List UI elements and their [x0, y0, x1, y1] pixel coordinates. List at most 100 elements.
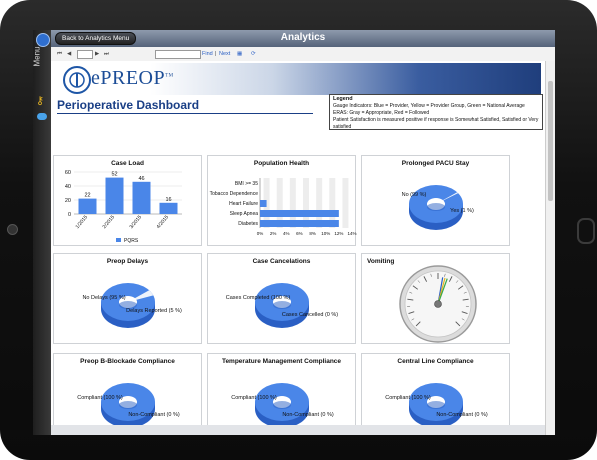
slice-label-major: Cases Completed (100 %): [226, 295, 291, 301]
category-label: Sleep Apnea: [230, 211, 259, 217]
preop-delays-donut: No Delays (95 %) Delays Reported (5 %): [82, 283, 182, 328]
y-tick-label: 20: [65, 198, 71, 204]
donut-hole-depth: [273, 301, 291, 309]
bar: [105, 177, 124, 214]
slice-label-minor: Cases Cancelled (0 %): [282, 312, 338, 318]
title-divider: [57, 113, 313, 114]
category-label: Heart Failure: [229, 201, 258, 207]
x-tick-label: 4/2015: [156, 214, 171, 230]
bar-value-label: 22: [84, 193, 90, 199]
legend-box: Legend Gauge Indicators: Blue = Provider…: [329, 94, 543, 130]
case-cancelations-donut: Cases Completed (100 %) Cases Cancelled (…: [226, 283, 338, 328]
legend-swatch: [116, 238, 121, 242]
brand-banner: ePREOPTM: [53, 63, 541, 95]
slice-label-minor: Delays Reported (5 %): [126, 308, 182, 314]
case-cancelations-panel[interactable]: Case Cancelations Cases Completed (100 %…: [207, 253, 356, 344]
side-menu-rail[interactable]: Menu ⚷: [33, 30, 51, 435]
bar: [260, 210, 339, 217]
category-label: Diabetes: [238, 221, 258, 227]
grid-band: [342, 178, 349, 228]
category-label: BMI >= 35: [235, 181, 258, 187]
y-tick-label: 40: [65, 184, 71, 190]
report-toolbar: ⏮ ◀ ▶ ⏭ Find | Next ▦ ⟳: [51, 47, 555, 62]
bar-value-label: 52: [111, 172, 117, 178]
find-separator: |: [215, 51, 217, 57]
bar: [132, 181, 151, 214]
last-page-icon[interactable]: ⏭: [104, 51, 109, 58]
case-load-panel[interactable]: Case Load 0 20 40 60 22 1/2015 52 2/2015 46 3/201…: [53, 155, 202, 246]
legend-line-1: Gauge Indicators: Blue = Provider, Yello…: [333, 103, 525, 109]
dashboard-title: Perioperative Dashboard: [57, 98, 200, 112]
x-tick-label: 0%: [257, 231, 264, 236]
legend-line-3: Patient Satisfaction is measured positiv…: [333, 117, 539, 130]
logo-mark-svg: [69, 72, 85, 88]
legend-line-2: ERAS: Gray = Appropriate, Red = Followed: [333, 110, 430, 116]
logo-text: ePREOPTM: [91, 67, 174, 90]
slice-label-minor: Non-Compliant (0 %): [436, 412, 488, 418]
gauge-hub: [434, 300, 442, 308]
donut-hole-depth: [427, 401, 445, 409]
case-load-chart: 0 20 40 60 22 1/2015 52 2/2015 46 3/2015 16 4/2015 P…: [65, 170, 182, 244]
find-input[interactable]: [155, 50, 201, 59]
prolonged-pacu-panel[interactable]: Prolonged PACU Stay No (99 %) Yes (1 %): [361, 155, 510, 246]
x-tick-label: 2/2015: [102, 214, 117, 230]
x-tick-label: 12%: [334, 231, 343, 236]
prev-page-icon[interactable]: ◀: [67, 51, 71, 57]
temp-management-donut: Compliant (100 %) Non-Compliant (0 %): [231, 383, 334, 428]
report-content: ePREOPTM Perioperative Dashboard Legend …: [51, 61, 545, 435]
slice-label-major: Compliant (100 %): [77, 395, 123, 401]
bar: [78, 198, 97, 214]
x-tick-label: 1/2015: [75, 214, 90, 230]
menu-label[interactable]: Menu: [33, 46, 42, 66]
first-page-icon[interactable]: ⏮: [57, 51, 62, 58]
bar-value-label: 16: [165, 197, 171, 203]
vomiting-panel[interactable]: Vomiting: [361, 253, 510, 344]
x-tick-label: 4%: [283, 231, 290, 236]
slice-label-minor: Non-Compliant (0 %): [282, 412, 334, 418]
x-tick-label: 14%: [347, 231, 356, 236]
y-tick-label: 0: [68, 212, 71, 218]
slice-label-minor: Yes (1 %): [450, 208, 474, 214]
donut-hole-depth: [273, 401, 291, 409]
app-icon[interactable]: [36, 33, 50, 47]
prolonged-pacu-donut: No (99 %) Yes (1 %): [402, 185, 474, 230]
slice-label-major: No Delays (95 %): [82, 295, 125, 301]
temp-management-panel[interactable]: Temperature Management Compliance Compli…: [207, 353, 356, 435]
x-tick-label: 3/2015: [129, 214, 144, 230]
refresh-icon[interactable]: ⟳: [251, 51, 256, 57]
chat-icon[interactable]: [37, 113, 47, 120]
page-number-input[interactable]: [77, 50, 93, 59]
x-tick-label: 2%: [270, 231, 277, 236]
bar: [260, 200, 267, 207]
scrollbar-thumb[interactable]: [548, 81, 553, 201]
b-blockade-panel[interactable]: Preop B-Blockade Compliance Compliant (1…: [53, 353, 202, 435]
bottom-bar: [51, 425, 545, 435]
bar-value-label: 46: [138, 176, 144, 182]
find-link[interactable]: Find: [202, 51, 213, 57]
legend-title: Legend: [333, 96, 353, 102]
tablet-frame: Menu ⚷ Back to Analytics Menu Analytics …: [0, 0, 597, 460]
x-tick-label: 6%: [296, 231, 303, 236]
slice-label-major: Compliant (100 %): [385, 395, 431, 401]
central-line-donut: Compliant (100 %) Non-Compliant (0 %): [385, 383, 488, 428]
bar: [159, 202, 178, 214]
y-tick-label: 60: [65, 170, 71, 176]
donut-hole-depth: [119, 401, 137, 409]
next-link[interactable]: Next: [219, 51, 230, 57]
logo-icon: [63, 66, 91, 94]
home-button[interactable]: [577, 218, 595, 244]
export-icon[interactable]: ▦: [237, 51, 242, 57]
bar: [260, 220, 339, 227]
camera-icon: [7, 224, 18, 235]
population-health-panel[interactable]: Population Health 0% 2% 4% 6% 8% 10% 12% 14% BMI…: [207, 155, 357, 246]
next-page-icon[interactable]: ▶: [95, 51, 99, 57]
central-line-panel[interactable]: Central Line Compliance Compliant (100 %…: [361, 353, 510, 435]
vertical-scrollbar[interactable]: [545, 61, 555, 435]
vomiting-gauge: [399, 265, 477, 343]
donut-hole-depth: [427, 203, 445, 211]
logo-trademark: TM: [165, 73, 174, 79]
x-tick-label: 10%: [321, 231, 330, 236]
preop-delays-panel[interactable]: Preop Delays No Delays (95 %) Delays Repo…: [53, 253, 202, 344]
logo-wordmark: ePREOP: [91, 67, 166, 89]
key-icon[interactable]: ⚷: [36, 94, 44, 107]
